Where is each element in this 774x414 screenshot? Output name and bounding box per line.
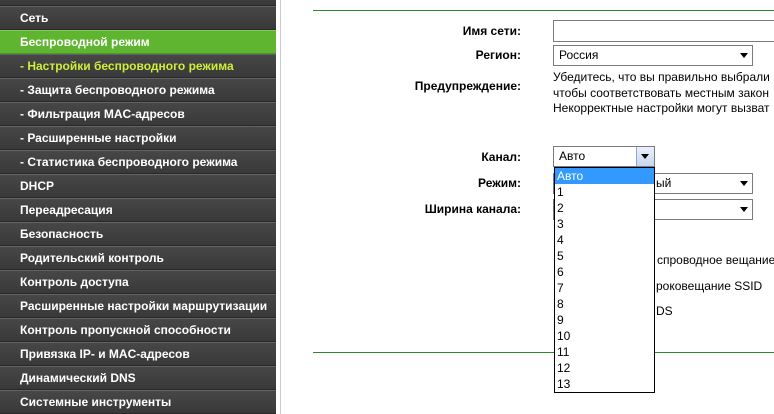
channel-option-13[interactable]: 13 xyxy=(555,376,654,392)
dropdown-arrow-icon xyxy=(740,181,748,186)
channel-option-9[interactable]: 9 xyxy=(555,312,654,328)
sidebar-item-ip-mac-binding[interactable]: Привязка IP- и MAC-адресов xyxy=(0,342,276,366)
router-admin-page: Сеть Беспроводной режим - Настройки бесп… xyxy=(0,0,774,414)
ssid-broadcast-option-label: роковещание SSID xyxy=(656,279,763,293)
mode-label: Режим: xyxy=(478,176,521,190)
channel-option-2[interactable]: 2 xyxy=(555,200,654,216)
ssid-input[interactable] xyxy=(553,20,774,42)
channel-select[interactable]: Авто xyxy=(553,146,655,167)
sidebar-item-network[interactable]: Сеть xyxy=(0,6,276,30)
warning-text-line: Убедитесь, что вы правильно выбрали xyxy=(553,70,770,84)
dropdown-arrow-icon xyxy=(641,154,649,159)
channel-width-label: Ширина канала: xyxy=(424,202,521,216)
sidebar-subitem-wireless-security[interactable]: - Защита беспроводного режима xyxy=(0,78,276,102)
channel-select-value: Авто xyxy=(559,149,586,163)
section-divider-top xyxy=(313,10,774,11)
channel-option-3[interactable]: 3 xyxy=(555,216,654,232)
sidebar-item-access-control[interactable]: Контроль доступа xyxy=(0,270,276,294)
sidebar-menu: Сеть Беспроводной режим - Настройки бесп… xyxy=(0,0,276,414)
channel-option-10[interactable]: 10 xyxy=(555,328,654,344)
ssid-label: Имя сети: xyxy=(462,24,521,38)
channel-option-11[interactable]: 11 xyxy=(555,344,654,360)
sidebar-item-dhcp[interactable]: DHCP xyxy=(0,174,276,198)
warning-label: Предупреждение: xyxy=(414,79,521,93)
warning-text-line: чтобы соответствовать местным закон xyxy=(553,86,769,100)
channel-option-7[interactable]: 7 xyxy=(555,280,654,296)
sidebar-item-parental-control[interactable]: Родительский контроль xyxy=(0,246,276,270)
channel-option-8[interactable]: 8 xyxy=(555,296,654,312)
channel-option-4[interactable]: 4 xyxy=(555,232,654,248)
sidebar-item-advanced-routing[interactable]: Расширенные настройки маршрутизации xyxy=(0,294,276,318)
channel-dropdown-list: Авто 1 2 3 4 5 6 7 8 9 10 11 12 13 xyxy=(554,167,655,393)
region-select-value: Россия xyxy=(559,48,599,62)
warning-text-line: Некорректные настройки могут вызват xyxy=(553,101,770,115)
sidebar-item-wireless[interactable]: Беспроводной режим xyxy=(0,30,276,54)
channel-option-12[interactable]: 12 xyxy=(555,360,654,376)
section-divider-bottom xyxy=(313,352,774,353)
sidebar-subitem-wireless-settings[interactable]: - Настройки беспроводного режима xyxy=(0,54,276,78)
channel-dropdown-button[interactable] xyxy=(636,147,654,166)
sidebar-item-security[interactable]: Безопасность xyxy=(0,222,276,246)
dropdown-arrow-icon xyxy=(740,53,748,58)
region-select[interactable]: Россия xyxy=(553,45,753,66)
sidebar-item-bandwidth-control[interactable]: Контроль пропускной способности xyxy=(0,318,276,342)
sidebar-subitem-wireless-advanced[interactable]: - Расширенные настройки xyxy=(0,126,276,150)
broadcast-option-label: спроводное вещание xyxy=(657,253,774,267)
channel-option-5[interactable]: 5 xyxy=(555,248,654,264)
wds-option-label: DS xyxy=(656,304,673,318)
sidebar-divider xyxy=(280,0,281,414)
mode-select-value: ый xyxy=(656,176,672,190)
region-label: Регион: xyxy=(475,48,521,62)
sidebar-item-forwarding[interactable]: Переадресация xyxy=(0,198,276,222)
channel-label: Канал: xyxy=(481,150,521,164)
dropdown-arrow-icon xyxy=(740,207,748,212)
sidebar-subitem-wireless-statistics[interactable]: - Статистика беспроводного режима xyxy=(0,150,276,174)
sidebar-subitem-mac-filtering[interactable]: - Фильтрация MAC-адресов xyxy=(0,102,276,126)
sidebar-item-dynamic-dns[interactable]: Динамический DNS xyxy=(0,366,276,390)
sidebar-item-system-tools[interactable]: Системные инструменты xyxy=(0,390,276,414)
channel-option-auto[interactable]: Авто xyxy=(555,168,654,184)
channel-option-6[interactable]: 6 xyxy=(555,264,654,280)
channel-option-1[interactable]: 1 xyxy=(555,184,654,200)
